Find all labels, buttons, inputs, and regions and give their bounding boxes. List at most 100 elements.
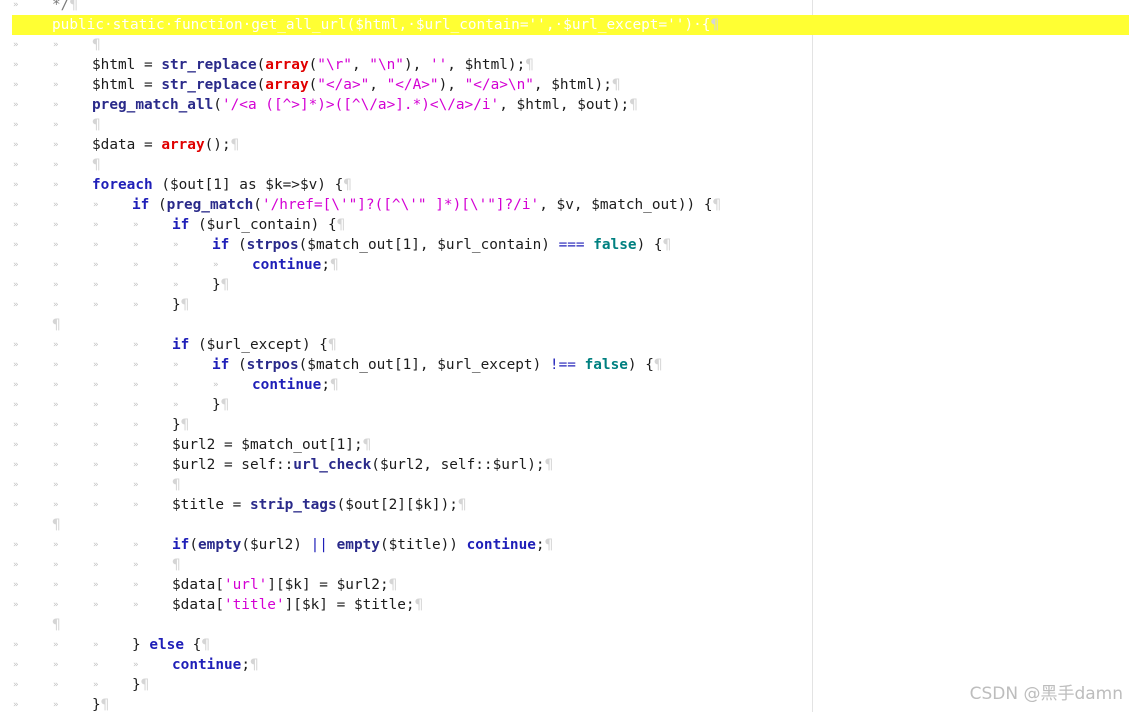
- code-token: strpos: [246, 357, 299, 373]
- code-line[interactable]: ¶: [0, 315, 1129, 335]
- code-text: ¶: [52, 515, 61, 535]
- pilcrow-icon: ¶: [140, 677, 150, 693]
- code-token: }: [212, 277, 221, 293]
- code-text: */¶: [52, 0, 78, 15]
- code-line[interactable]: public·static·function·get_all_url($html…: [0, 15, 1129, 35]
- code-text: } else {¶: [132, 635, 210, 655]
- tab-marker-icon: »: [13, 0, 19, 10]
- code-text: foreach ($out[1] as $k=>$v) {¶: [92, 175, 352, 195]
- code-line[interactable]: » » » » » if (strpos($match_out[1], $url_exce…: [0, 355, 1129, 375]
- code-line[interactable]: »»}¶: [0, 695, 1129, 712]
- tab-marker-icon: »: [133, 220, 139, 230]
- tab-marker-icon: »: [93, 260, 99, 270]
- tab-marker-icon: »: [13, 240, 19, 250]
- code-line[interactable]: » » ¶: [0, 155, 1129, 175]
- code-token: $data[: [172, 597, 224, 613]
- tab-marker-icon: »: [13, 220, 19, 230]
- tab-marker-icon: »: [53, 680, 59, 690]
- code-line[interactable]: »»»»}¶: [0, 415, 1129, 435]
- code-token: ) {: [636, 237, 663, 253]
- code-text: $html = str_replace(array("\r", "\n"), '…: [92, 55, 534, 75]
- code-line[interactable]: » » ¶: [0, 35, 1129, 55]
- tab-marker-icon: »: [53, 500, 59, 510]
- pilcrow-icon: ¶: [52, 517, 61, 533]
- code-line[interactable]: »» $html = str_replace(array("</a>", "</A…: [0, 75, 1129, 95]
- pilcrow-icon: ¶: [710, 17, 720, 33]
- tab-marker-icon: »: [13, 500, 19, 510]
- tab-marker-icon: »: [93, 660, 99, 670]
- code-line[interactable]: » » » » if ($url_contain) {¶: [0, 215, 1129, 235]
- code-line[interactable]: » » » » » » continue;¶: [0, 375, 1129, 395]
- code-line[interactable]: ¶: [0, 615, 1129, 635]
- code-line[interactable]: » » » » ¶: [0, 475, 1129, 495]
- pilcrow-icon: ¶: [712, 197, 722, 213]
- code-line[interactable]: »»»» if(empty($url2) || empty($title)) co…: [0, 535, 1129, 555]
- code-line[interactable]: »»»»}¶: [0, 295, 1129, 315]
- code-line[interactable]: » » ¶: [0, 115, 1129, 135]
- tab-marker-icon: »: [13, 400, 19, 410]
- code-line[interactable]: » » foreach ($out[1] as $k=>$v) {¶: [0, 175, 1129, 195]
- code-token: ===: [558, 237, 585, 253]
- code-token: else: [149, 637, 184, 653]
- code-line[interactable]: ¶: [0, 515, 1129, 535]
- tab-marker-icon: »: [13, 560, 19, 570]
- code-token: $data[: [172, 577, 224, 593]
- tab-marker-icon: »: [13, 380, 19, 390]
- tab-marker-icon: »: [13, 680, 19, 690]
- pilcrow-icon: ¶: [343, 177, 352, 193]
- pilcrow-icon: ¶: [52, 317, 61, 333]
- code-token: ($url2, self::$url);: [371, 457, 545, 473]
- code-line[interactable]: »»»»»}¶: [0, 395, 1129, 415]
- code-line[interactable]: » » » » $title = strip_tags($out[2][$k]);¶: [0, 495, 1129, 515]
- tab-marker-icon: »: [53, 40, 59, 50]
- code-line[interactable]: »»» if (preg_match('/href=[\'"]?([^\'" ]*…: [0, 195, 1129, 215]
- code-token: ($out[2][$k]);: [336, 497, 458, 513]
- code-line[interactable]: » » » » $url2 = self::url_check($url2, self:…: [0, 455, 1129, 475]
- code-token: {: [183, 637, 202, 653]
- code-token: ($url_contain) {: [189, 217, 337, 233]
- code-text: $html = str_replace(array("</a>", "</A>"…: [92, 75, 621, 95]
- code-line[interactable]: » » » » $data['title'][$k] = $title;¶: [0, 595, 1129, 615]
- tab-marker-icon: »: [53, 280, 59, 290]
- tab-marker-icon: »: [133, 340, 139, 350]
- pilcrow-icon: ¶: [180, 417, 190, 433]
- code-token: ||: [310, 537, 328, 553]
- code-line[interactable]: » » $data = array();¶: [0, 135, 1129, 155]
- code-text: ¶: [92, 35, 101, 55]
- tab-marker-icon: »: [53, 80, 59, 90]
- code-token: !==: [549, 357, 576, 373]
- tab-marker-icon: »: [93, 680, 99, 690]
- code-line[interactable]: » » » » » » continue;¶: [0, 255, 1129, 275]
- pilcrow-icon: ¶: [220, 397, 230, 413]
- code-token: false: [593, 237, 637, 253]
- code-token: 'title': [223, 597, 285, 613]
- code-line[interactable]: » » » » continue;¶: [0, 655, 1129, 675]
- tab-marker-icon: »: [13, 440, 19, 450]
- code-line[interactable]: »» $html = str_replace(array("\r", "\n"),…: [0, 55, 1129, 75]
- tab-marker-icon: »: [213, 380, 219, 390]
- code-token: '/<a ([^>]*)>([^\/a>].*)<\/a>/i': [221, 97, 500, 113]
- tab-marker-icon: »: [13, 140, 19, 150]
- code-token: ($url_except) {: [189, 337, 328, 353]
- code-line[interactable]: » » preg_match_all('/<a ([^>]*)>([^\/a>].*…: [0, 95, 1129, 115]
- code-line[interactable]: » » » » $data['url'][$k] = $url2;¶: [0, 575, 1129, 595]
- code-token: }: [172, 297, 181, 313]
- pilcrow-icon: ¶: [220, 277, 230, 293]
- pilcrow-icon: ¶: [544, 537, 554, 553]
- code-token: str_replace: [161, 57, 257, 73]
- code-editor[interactable]: » */¶ public·static·function·get_all_url($…: [0, 0, 1129, 712]
- code-line[interactable]: » » » » if ($url_except) {¶: [0, 335, 1129, 355]
- code-line[interactable]: » » » » ¶: [0, 555, 1129, 575]
- code-token: continue: [252, 257, 322, 273]
- pilcrow-icon: ¶: [414, 597, 424, 613]
- code-line[interactable]: » » » » » if (strpos($match_out[1], $url_cont…: [0, 235, 1129, 255]
- code-token: , $html);: [447, 57, 526, 73]
- code-line[interactable]: » */¶: [0, 0, 1129, 15]
- code-line[interactable]: »»»}¶: [0, 675, 1129, 695]
- code-line[interactable]: » » » » $url2 = $match_out[1];¶: [0, 435, 1129, 455]
- code-token: }: [132, 637, 150, 653]
- tab-marker-icon: »: [93, 460, 99, 470]
- code-line[interactable]: »»»} else {¶: [0, 635, 1129, 655]
- code-line[interactable]: »»»»»}¶: [0, 275, 1129, 295]
